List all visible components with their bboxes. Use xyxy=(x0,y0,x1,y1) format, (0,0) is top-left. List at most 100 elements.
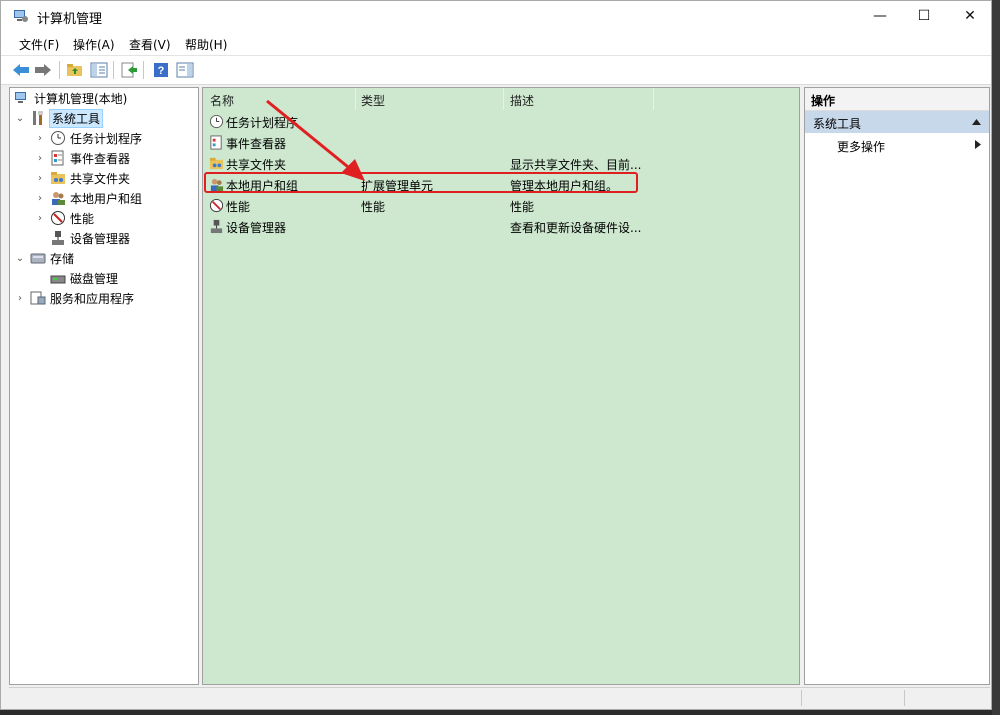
tree-item-label: 共享文件夹 xyxy=(70,171,131,186)
list-row-device-manager[interactable]: 设备管理器 查看和更新设备硬件设... xyxy=(203,216,799,237)
show-tree-icon xyxy=(90,62,108,78)
forward-button[interactable] xyxy=(33,60,53,80)
close-button[interactable]: ✕ xyxy=(947,1,993,31)
help-icon: ? xyxy=(154,63,168,77)
tree-item-system-tools[interactable]: ⌄ 系统工具 xyxy=(14,108,104,128)
actions-section-label: 系统工具 xyxy=(813,117,862,131)
title-bar[interactable]: 计算机管理 — ☐ ✕ xyxy=(1,1,991,31)
back-icon xyxy=(13,64,29,76)
actions-title: 操作 xyxy=(811,94,836,108)
tree-item-storage[interactable]: ⌄ 存储 xyxy=(14,249,74,267)
clock-icon xyxy=(209,114,224,129)
menu-file[interactable]: 文件(F) xyxy=(19,36,59,53)
chevron-right-icon[interactable]: › xyxy=(34,133,46,144)
export-icon xyxy=(121,62,137,78)
chevron-right-icon[interactable]: › xyxy=(34,213,46,224)
toolbar-separator xyxy=(113,61,114,79)
row-name: 设备管理器 xyxy=(226,221,287,235)
desktop-background xyxy=(992,0,1000,715)
up-folder-icon xyxy=(67,64,82,76)
tree-item-local-users[interactable]: › 本地用户和组 xyxy=(34,189,142,207)
tree-item-label: 服务和应用程序 xyxy=(50,291,135,306)
row-description: 查看和更新设备硬件设... xyxy=(510,221,642,235)
tree-item-label: 任务计划程序 xyxy=(70,131,143,146)
tree-item-shared-folders[interactable]: › 共享文件夹 xyxy=(34,169,130,187)
help-button[interactable]: ? xyxy=(151,60,171,80)
minimize-button[interactable]: — xyxy=(857,1,903,31)
services-icon xyxy=(30,291,46,305)
tree-item-disk-management[interactable]: 磁盘管理 xyxy=(50,269,118,287)
tree-item-label: 系统工具 xyxy=(48,108,104,128)
column-divider[interactable] xyxy=(503,88,504,110)
tree-item-services-apps[interactable]: › 服务和应用程序 xyxy=(14,289,134,307)
column-divider[interactable] xyxy=(653,88,654,110)
minimize-icon: — xyxy=(873,8,887,24)
tree-item-task-scheduler[interactable]: › 任务计划程序 xyxy=(34,129,142,147)
performance-icon xyxy=(209,198,224,213)
chevron-right-icon[interactable]: › xyxy=(34,153,46,164)
maximize-button[interactable]: ☐ xyxy=(901,1,947,31)
computer-management-icon xyxy=(14,10,28,22)
tree-root[interactable]: 计算机管理(本地) xyxy=(14,89,127,107)
actions-header: 操作 xyxy=(805,88,989,111)
chevron-down-icon[interactable]: ⌄ xyxy=(14,253,26,264)
svg-text:?: ? xyxy=(158,65,165,77)
column-header-name[interactable]: 名称 xyxy=(210,92,234,109)
menu-action[interactable]: 操作(A) xyxy=(73,36,115,53)
row-description: 性能 xyxy=(510,200,535,214)
console-tree: 计算机管理(本地) ⌄ 系统工具 › 任务计划程序 › 事件查看器 › 共享文件… xyxy=(9,87,199,685)
list-row-performance[interactable]: 性能 性能 性能 xyxy=(203,195,799,216)
event-log-icon xyxy=(210,135,222,150)
more-actions-item[interactable]: 更多操作 xyxy=(805,135,989,155)
actions-section-system-tools[interactable]: 系统工具 xyxy=(805,111,989,133)
tree-item-label: 存储 xyxy=(50,251,75,266)
tree-item-event-viewer[interactable]: › 事件查看器 xyxy=(34,149,130,167)
show-action-pane-button[interactable] xyxy=(175,60,195,80)
back-button[interactable] xyxy=(11,60,31,80)
show-tree-button[interactable] xyxy=(89,60,109,80)
chevron-down-icon[interactable]: ⌄ xyxy=(14,113,26,124)
more-actions-label: 更多操作 xyxy=(837,140,886,154)
up-folder-button[interactable] xyxy=(65,60,85,80)
export-list-button[interactable] xyxy=(119,60,139,80)
tree-root-label: 计算机管理(本地) xyxy=(34,91,128,106)
tools-icon xyxy=(33,111,43,125)
tree-item-label: 性能 xyxy=(70,211,95,226)
tree-item-label: 事件查看器 xyxy=(70,151,131,166)
annotation-arrow-icon xyxy=(266,99,365,181)
tree-item-performance[interactable]: › 性能 xyxy=(34,209,94,227)
computer-management-icon xyxy=(15,92,26,103)
tree-item-label: 磁盘管理 xyxy=(70,271,119,286)
chevron-right-icon[interactable]: › xyxy=(34,173,46,184)
row-type: 性能 xyxy=(361,200,386,214)
storage-icon xyxy=(30,253,46,264)
status-divider xyxy=(801,690,802,706)
tree-item-device-manager[interactable]: 设备管理器 xyxy=(50,229,130,247)
column-header-description[interactable]: 描述 xyxy=(510,92,534,109)
clock-icon xyxy=(51,131,65,145)
device-manager-icon xyxy=(210,219,223,234)
maximize-icon: ☐ xyxy=(917,8,931,24)
shared-folder-icon xyxy=(51,172,65,184)
toolbar-separator xyxy=(59,61,60,79)
users-icon xyxy=(52,192,65,205)
performance-icon xyxy=(51,211,65,225)
chevron-right-icon[interactable]: › xyxy=(14,293,26,304)
menu-bar: 文件(F) 操作(A) 查看(V) 帮助(H) xyxy=(1,31,991,55)
disk-icon xyxy=(50,275,66,284)
menu-help[interactable]: 帮助(H) xyxy=(185,36,227,53)
submenu-arrow-icon xyxy=(975,140,981,149)
actions-pane: 操作 系统工具 更多操作 xyxy=(804,87,990,685)
window-title: 计算机管理 xyxy=(37,12,103,27)
toolbar-separator xyxy=(143,61,144,79)
shared-folder-icon xyxy=(209,157,224,170)
event-log-icon xyxy=(51,150,64,166)
menu-view[interactable]: 查看(V) xyxy=(129,36,171,53)
close-icon: ✕ xyxy=(964,8,976,24)
status-bar xyxy=(9,687,990,708)
device-manager-icon xyxy=(52,231,64,245)
status-divider xyxy=(904,690,905,706)
collapse-up-icon[interactable] xyxy=(972,119,981,125)
chevron-right-icon[interactable]: › xyxy=(34,193,46,204)
tree-item-label: 设备管理器 xyxy=(70,231,131,246)
